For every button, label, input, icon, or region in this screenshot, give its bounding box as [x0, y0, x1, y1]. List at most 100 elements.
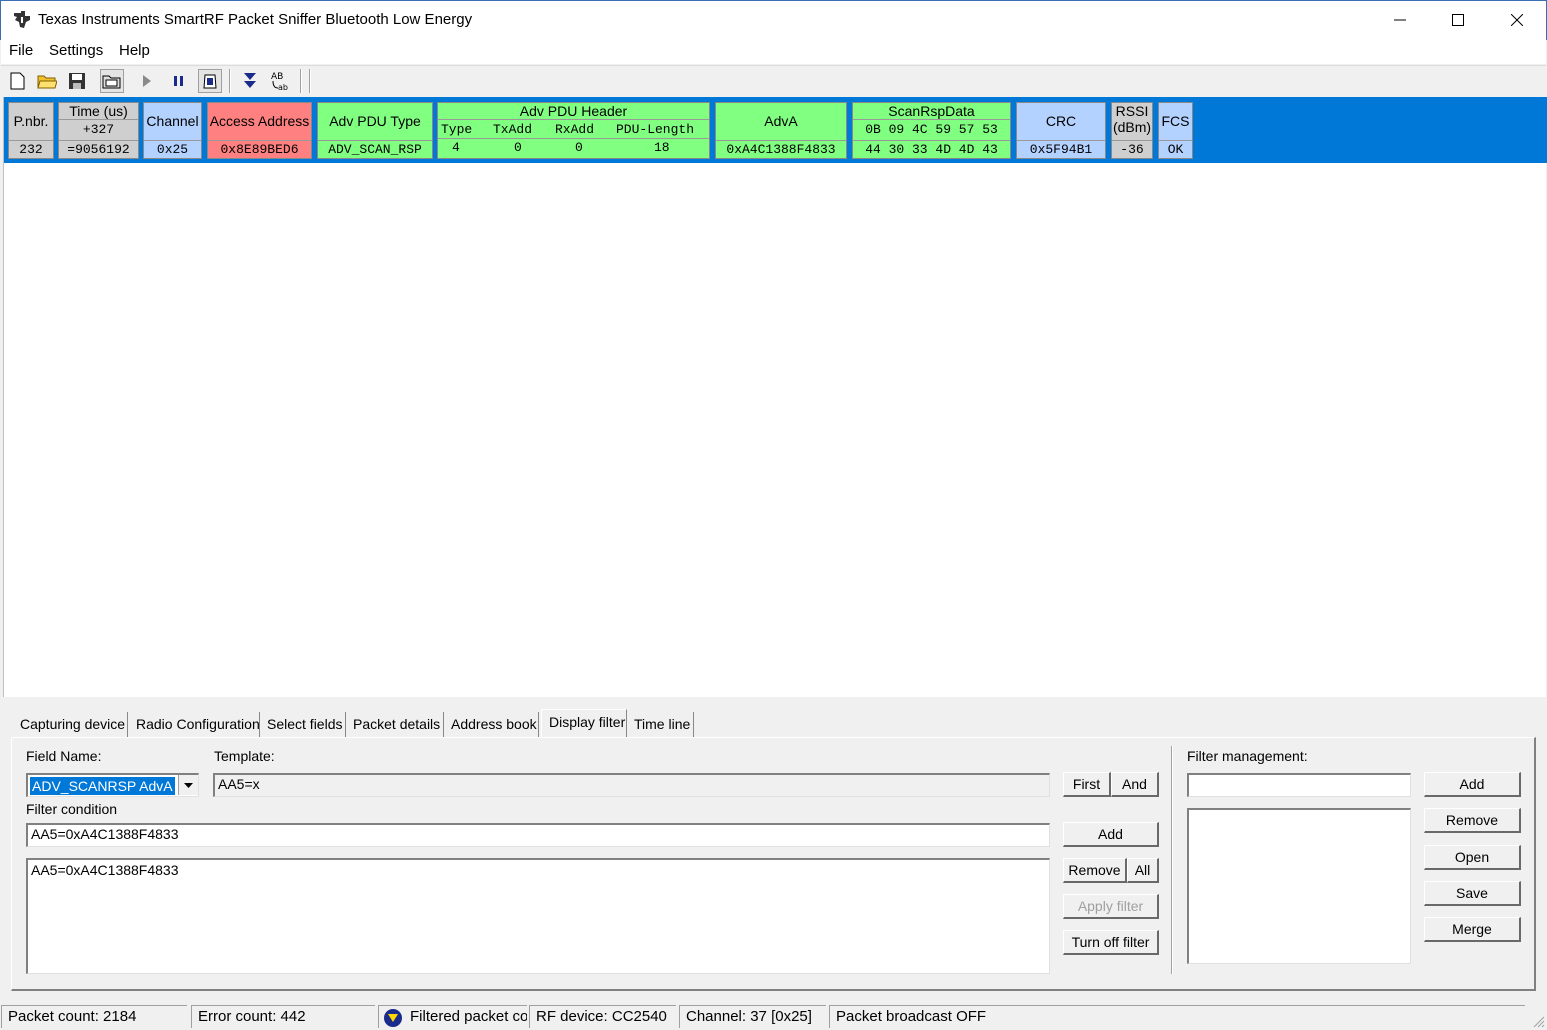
maximize-button[interactable]: [1429, 1, 1487, 39]
pnbr-value: 232: [9, 140, 53, 157]
field-name-dropdown-button[interactable]: [178, 775, 198, 795]
chevron-down-icon: [184, 782, 193, 788]
pause-capture-button[interactable]: [167, 69, 191, 93]
fm-merge-button[interactable]: Merge: [1424, 917, 1521, 942]
adv-pdu-header-length-value: 18: [654, 140, 670, 155]
field-fcs: FCS OK: [1158, 102, 1193, 159]
open-button[interactable]: [35, 69, 59, 93]
text-format-icon: ABab: [271, 72, 288, 92]
save-icon: [69, 73, 85, 89]
adv-pdu-header-sub-rxadd: RxAdd: [555, 122, 595, 137]
svg-text:ab: ab: [278, 83, 288, 92]
status-rf-device: RF device: CC2540: [529, 1005, 676, 1028]
new-button[interactable]: [5, 69, 29, 93]
adv-pdu-header-sub-type: Type: [441, 122, 473, 137]
status-error-count: Error count: 442: [191, 1005, 375, 1028]
pnbr-header: P.nbr.: [13, 113, 49, 129]
field-adv-pdu-type: Adv PDU Type ADV_SCAN_RSP: [317, 102, 433, 159]
new-file-icon: [10, 72, 25, 90]
maximize-icon: [1452, 14, 1464, 26]
adv-pdu-header-type-value: 4: [452, 140, 460, 155]
tab-capturing-device[interactable]: Capturing device: [13, 712, 128, 738]
status-filtered-text: Filtered packet co: [410, 1008, 527, 1025]
fm-add-button[interactable]: Add: [1424, 772, 1521, 797]
tab-display-filter[interactable]: Display filter: [541, 709, 627, 738]
fm-open-button[interactable]: Open: [1424, 845, 1521, 870]
channel-header: Channel: [146, 113, 199, 129]
clear-icon: [203, 74, 217, 89]
autoscroll-icon: [244, 73, 256, 88]
menu-settings[interactable]: Settings: [49, 42, 103, 59]
packet-row-selected[interactable]: P.nbr. 232 Time (us) +327 =9056192 Chann…: [4, 97, 1547, 163]
filter-list[interactable]: AA5=0xA4C1388F4833: [26, 858, 1050, 974]
close-button[interactable]: [1488, 1, 1546, 39]
pause-icon: [174, 76, 183, 86]
resize-grip-icon[interactable]: [1531, 1014, 1545, 1028]
tab-radio-configuration[interactable]: Radio Configuration: [129, 712, 260, 738]
fm-remove-button[interactable]: Remove: [1424, 808, 1521, 833]
title-bar: Texas Instruments SmartRF Packet Sniffer…: [0, 0, 1547, 40]
filter-management-list[interactable]: [1187, 808, 1411, 964]
open-file-icon: [102, 75, 121, 89]
remove-all-button[interactable]: All: [1127, 858, 1159, 883]
status-bar: Packet count: 2184 Error count: 442 Filt…: [0, 1004, 1547, 1030]
clear-button[interactable]: [198, 69, 222, 93]
packet-list[interactable]: P.nbr. 232 Time (us) +327 =9056192 Chann…: [3, 97, 1547, 697]
field-adva: AdvA 0xA4C1388F4833: [715, 102, 847, 159]
autoscroll-button[interactable]: [238, 69, 262, 93]
field-pnbr: P.nbr. 232: [8, 102, 54, 159]
save-button[interactable]: [65, 69, 89, 93]
open-folder-icon: [37, 75, 57, 89]
tab-address-book[interactable]: Address book: [444, 712, 539, 738]
filter-condition-label: Filter condition: [26, 801, 118, 817]
channel-value: 0x25: [144, 140, 201, 157]
first-button[interactable]: First: [1063, 772, 1111, 797]
adv-pdu-header-sub-pdulength: PDU-Length: [616, 122, 695, 137]
field-name-selected-value: ADV_SCANRSP AdvA: [30, 777, 175, 795]
adva-value: 0xA4C1388F4833: [716, 140, 846, 157]
apply-filter-button[interactable]: Apply filter: [1063, 894, 1159, 919]
minimize-button[interactable]: [1371, 1, 1429, 39]
filter-list-item[interactable]: AA5=0xA4C1388F4833: [31, 862, 1046, 878]
and-button[interactable]: And: [1111, 772, 1159, 797]
menu-help[interactable]: Help: [119, 42, 150, 59]
status-filtered-count: Filtered packet co: [378, 1005, 527, 1028]
minimize-icon: [1394, 19, 1406, 21]
fm-save-button[interactable]: Save: [1424, 881, 1521, 906]
menu-file[interactable]: File: [9, 42, 33, 59]
field-name-select[interactable]: ADV_SCANRSP AdvA: [26, 773, 199, 797]
access-address-header: Access Address: [209, 113, 310, 129]
template-label: Template:: [214, 748, 275, 764]
ti-logo-icon: [14, 11, 30, 28]
filter-management-input[interactable]: [1187, 773, 1411, 797]
tab-packet-details[interactable]: Packet details: [346, 712, 444, 738]
tab-time-line[interactable]: Time line: [627, 712, 694, 738]
field-name-label: Field Name:: [26, 748, 102, 764]
filter-management-label: Filter management:: [1187, 748, 1308, 764]
window-title: Texas Instruments SmartRF Packet Sniffer…: [38, 11, 473, 28]
tab-select-fields[interactable]: Select fields: [260, 712, 346, 738]
adv-pdu-header-txadd-value: 0: [514, 140, 522, 155]
status-broadcast: Packet broadcast OFF: [829, 1005, 1525, 1028]
rssi-header: RSSI: [1115, 103, 1149, 119]
time-delta: +327: [82, 122, 115, 137]
close-icon: [1511, 14, 1523, 26]
template-field[interactable]: AA5=x: [213, 773, 1050, 797]
access-address-value: 0x8E89BED6: [208, 140, 311, 157]
add-filter-button[interactable]: Add: [1063, 822, 1159, 847]
filter-icon: [384, 1009, 402, 1027]
field-rssi: RSSI (dBm) -36: [1111, 102, 1153, 159]
menu-bar: File Settings Help: [1, 40, 1546, 64]
turn-off-filter-button[interactable]: Turn off filter: [1063, 930, 1159, 955]
adva-header: AdvA: [764, 113, 798, 129]
fcs-value: OK: [1159, 140, 1192, 157]
filter-condition-input[interactable]: AA5=0xA4C1388F4833: [26, 823, 1050, 847]
adv-pdu-header-sub-txadd: TxAdd: [493, 122, 533, 137]
start-capture-button[interactable]: [135, 69, 159, 93]
field-access-address: Access Address 0x8E89BED6: [207, 102, 312, 159]
status-packet-count: Packet count: 2184: [1, 1005, 187, 1028]
open-file-button[interactable]: [100, 69, 124, 93]
remove-filter-button[interactable]: Remove: [1063, 858, 1127, 883]
svg-text:AB: AB: [271, 72, 283, 82]
text-format-button[interactable]: AB ab: [268, 69, 292, 93]
